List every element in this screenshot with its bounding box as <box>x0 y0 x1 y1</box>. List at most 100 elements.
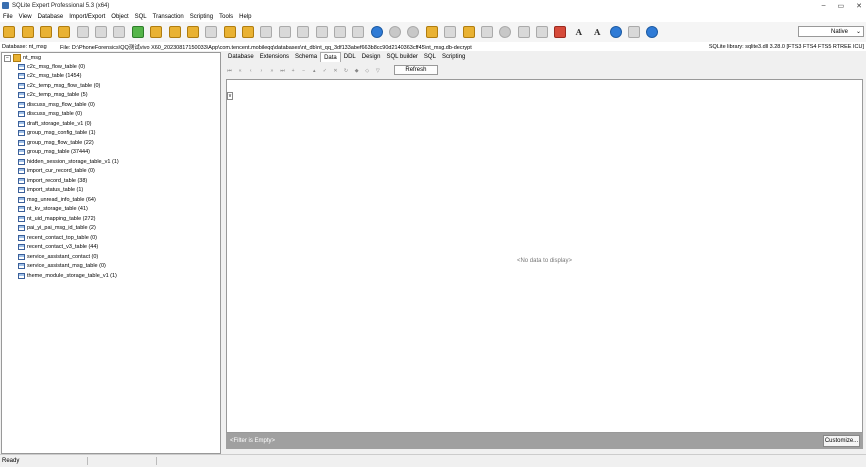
tab-design[interactable]: Design <box>359 52 384 62</box>
export-icon[interactable] <box>333 26 346 38</box>
paste-icon[interactable] <box>536 26 549 38</box>
new-view-icon[interactable] <box>205 26 218 38</box>
info-icon[interactable] <box>646 26 659 38</box>
link-icon[interactable] <box>76 26 89 38</box>
stop-icon[interactable] <box>389 26 402 38</box>
tree-table-item[interactable]: c2c_msg_table (1454) <box>18 72 119 82</box>
close-icon[interactable]: ✕ <box>856 2 862 10</box>
gear-icon[interactable] <box>499 26 512 38</box>
window-icon[interactable] <box>627 26 640 38</box>
menu-scripting[interactable]: Scripting <box>187 14 216 20</box>
mode-select[interactable]: Native ⌄ <box>798 26 864 37</box>
attach-database-icon[interactable] <box>39 26 52 38</box>
settings-db-icon[interactable] <box>462 26 475 38</box>
menu-help[interactable]: Help <box>236 14 254 20</box>
tree-table-item[interactable]: hidden_session_storage_table_v1 (1) <box>18 157 119 167</box>
bookmark-icon[interactable]: ◆ <box>352 66 361 75</box>
tree-table-item[interactable]: c2c_temp_msg_table (5) <box>18 91 119 101</box>
tab-scripting[interactable]: Scripting <box>439 52 468 62</box>
copy-icon[interactable] <box>517 26 530 38</box>
tree-table-item[interactable]: import_cur_record_table (0) <box>18 167 119 177</box>
help-icon[interactable] <box>609 26 622 38</box>
data-grid[interactable]: v <No data to display> <box>226 79 863 433</box>
collapse-icon[interactable]: − <box>4 54 11 62</box>
refresh-records-icon[interactable]: ↻ <box>342 66 351 75</box>
tab-schema[interactable]: Schema <box>292 52 320 62</box>
tree-table-item[interactable]: theme_module_storage_table_v1 (1) <box>18 271 119 281</box>
customize-button[interactable]: Customize... <box>823 435 860 447</box>
prev-page-icon[interactable]: « <box>236 66 245 75</box>
tree-table-item[interactable]: nt_kv_storage_table (41) <box>18 205 119 215</box>
menu-tools[interactable]: Tools <box>216 14 236 20</box>
tree-table-item[interactable]: group_msg_config_table (1) <box>18 129 119 139</box>
query-icon[interactable] <box>444 26 457 38</box>
tree-table-item[interactable]: recent_contact_v3_table (44) <box>18 243 119 253</box>
menu-file[interactable]: File <box>0 14 16 20</box>
tab-sql[interactable]: SQL <box>421 52 439 62</box>
next-record-icon[interactable]: › <box>257 66 266 75</box>
new-database-icon[interactable] <box>3 26 16 38</box>
next-page-icon[interactable]: » <box>267 66 276 75</box>
first-record-icon[interactable]: ⏮ <box>225 66 234 75</box>
goto-bookmark-icon[interactable]: ◇ <box>363 66 372 75</box>
tab-database[interactable]: Database <box>225 52 257 62</box>
delete-table-icon[interactable] <box>186 26 199 38</box>
edit-record-icon[interactable]: ▴ <box>310 66 319 75</box>
post-edit-icon[interactable]: ✓ <box>320 66 329 75</box>
new-trigger-icon[interactable] <box>242 26 255 38</box>
tree-table-item[interactable]: recent_contact_top_table (0) <box>18 233 119 243</box>
column-chooser-icon[interactable]: v <box>227 92 233 100</box>
filter-icon[interactable]: ▽ <box>373 66 382 75</box>
last-record-icon[interactable]: ⏭ <box>278 66 287 75</box>
tree-table-item[interactable]: nt_uid_mapping_table (272) <box>18 214 119 224</box>
menu-database[interactable]: Database <box>35 14 67 20</box>
play-icon[interactable] <box>370 26 383 38</box>
refresh-button[interactable]: Refresh <box>393 65 438 75</box>
tree-table-item[interactable]: service_assistant_contact (0) <box>18 252 119 262</box>
new-index-icon[interactable] <box>223 26 236 38</box>
tab-sql-builder[interactable]: SQL builder <box>383 52 420 62</box>
form-view-icon[interactable] <box>315 26 328 38</box>
tree-table-item[interactable]: discuss_msg_flow_table (0) <box>18 100 119 110</box>
sql-file-icon[interactable] <box>113 26 126 38</box>
transfer-icon[interactable] <box>352 26 365 38</box>
commit-icon[interactable] <box>407 26 420 38</box>
menu-import-export[interactable]: Import/Export <box>66 14 108 20</box>
import-icon[interactable] <box>260 26 273 38</box>
tree-table-item[interactable]: discuss_msg_table (0) <box>18 110 119 120</box>
cancel-edit-icon[interactable]: ✕ <box>331 66 340 75</box>
new-table-icon[interactable] <box>150 26 163 38</box>
tab-data[interactable]: Data <box>320 52 341 62</box>
decrease-font-icon[interactable]: A <box>591 26 603 38</box>
tree-table-item[interactable]: group_msg_table (37444) <box>18 148 119 158</box>
menu-transaction[interactable]: Transaction <box>150 14 187 20</box>
menu-sql[interactable]: SQL <box>132 14 150 20</box>
script-icon[interactable] <box>425 26 438 38</box>
tree-table-item[interactable]: draft_storage_table_v1 (0) <box>18 119 119 129</box>
chart-icon[interactable] <box>554 26 567 38</box>
compare-icon[interactable] <box>480 26 493 38</box>
delete-record-icon[interactable]: − <box>299 66 308 75</box>
increase-font-icon[interactable]: A <box>573 26 585 38</box>
insert-record-icon[interactable]: + <box>289 66 298 75</box>
grid-icon[interactable] <box>278 26 291 38</box>
menu-object[interactable]: Object <box>108 14 131 20</box>
edit-table-icon[interactable] <box>168 26 181 38</box>
menu-view[interactable]: View <box>16 14 35 20</box>
tree-table-item[interactable]: c2c_temp_msg_flow_table (0) <box>18 81 119 91</box>
tree-root[interactable]: − nt_msg <box>4 54 41 62</box>
tree-table-item[interactable]: import_record_table (38) <box>18 176 119 186</box>
table-view-icon[interactable] <box>297 26 310 38</box>
detach-database-icon[interactable] <box>58 26 71 38</box>
tab-extensions[interactable]: Extensions <box>257 52 292 62</box>
minimize-icon[interactable]: – <box>822 2 826 9</box>
tree-table-item[interactable]: import_status_table (1) <box>18 186 119 196</box>
maximize-icon[interactable]: ▭ <box>838 2 845 10</box>
tree-table-item[interactable]: c2c_msg_flow_table (0) <box>18 62 119 72</box>
open-database-icon[interactable] <box>21 26 34 38</box>
tree-table-item[interactable]: service_assistant_msg_table (0) <box>18 262 119 272</box>
tree-table-item[interactable]: pai_yi_pai_msg_id_table (2) <box>18 224 119 234</box>
filter-status[interactable]: <Filter is Empty> <box>230 438 275 444</box>
document-icon[interactable] <box>95 26 108 38</box>
tab-ddl[interactable]: DDL <box>341 52 359 62</box>
